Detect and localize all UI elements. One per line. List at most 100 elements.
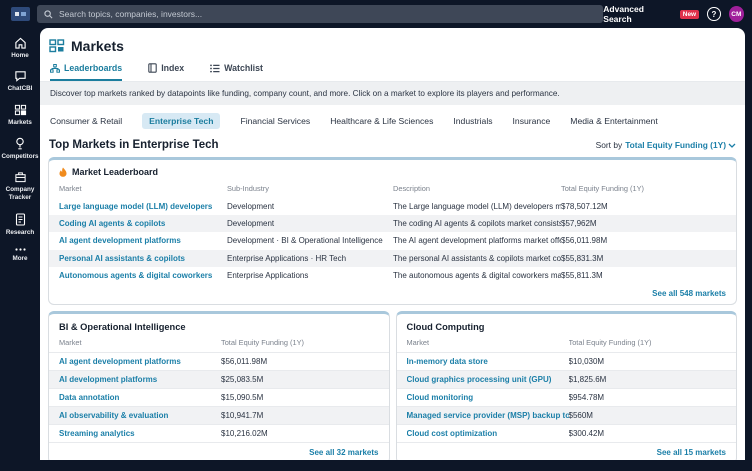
funding-value: $57,962M bbox=[561, 219, 736, 228]
sidebar-item-home[interactable]: Home bbox=[0, 37, 40, 60]
leaderboard-table: Large language model (LLM) developers De… bbox=[49, 198, 736, 284]
market-leaderboard-card: Market Leaderboard Market Sub-Industry D… bbox=[48, 157, 737, 305]
table-row: Personal AI assistants & copilots Enterp… bbox=[49, 250, 736, 267]
list-item: Cloud monitoring $954.78M bbox=[397, 388, 737, 406]
sort-by-label: Sort by bbox=[596, 140, 623, 150]
help-icon[interactable]: ? bbox=[707, 7, 721, 21]
market-link[interactable]: AI agent development platforms bbox=[59, 236, 227, 245]
col-description: Description bbox=[393, 184, 561, 193]
table-row: Large language model (LLM) developers De… bbox=[49, 198, 736, 215]
list-item: Cloud graphics processing unit (GPU) $1,… bbox=[397, 370, 737, 388]
market-link[interactable]: AI agent development platforms bbox=[59, 357, 221, 366]
category-filter-bar: Consumer & Retail Enterprise Tech Financ… bbox=[40, 105, 745, 136]
sidebar-label: ChatCBI bbox=[8, 85, 33, 93]
market-link[interactable]: Coding AI agents & copilots bbox=[59, 219, 227, 228]
market-link[interactable]: Data annotation bbox=[59, 393, 221, 402]
tab-leaderboards[interactable]: Leaderboards bbox=[50, 63, 122, 81]
tab-index[interactable]: Index bbox=[148, 63, 184, 81]
tab-label: Index bbox=[161, 63, 184, 73]
market-link[interactable]: Cloud cost optimization bbox=[407, 429, 569, 438]
see-all-markets-link[interactable]: See all 32 markets bbox=[49, 442, 389, 460]
tab-bar: Leaderboards Index Watchlist bbox=[40, 54, 745, 82]
sort-by-dropdown[interactable]: Total Equity Funding (1Y) bbox=[625, 140, 736, 150]
list-item: AI observability & evaluation $10,941.7M bbox=[49, 406, 389, 424]
list-item: Managed service provider (MSP) backup to… bbox=[397, 406, 737, 424]
funding-value: $300.42M bbox=[569, 429, 737, 438]
advanced-search-link[interactable]: Advanced Search bbox=[603, 4, 671, 24]
sub-industry-value: Development · BI & Operational Intellige… bbox=[227, 236, 393, 245]
col-market: Market bbox=[407, 338, 569, 347]
leaderboards-icon bbox=[50, 64, 60, 73]
funding-value: $10,941.7M bbox=[221, 411, 389, 420]
sidebar-label: Research bbox=[6, 229, 34, 237]
category-healthcare[interactable]: Healthcare & Life Sciences bbox=[330, 116, 433, 126]
see-all-markets-link[interactable]: See all 548 markets bbox=[49, 284, 736, 304]
category-consumer-retail[interactable]: Consumer & Retail bbox=[50, 116, 122, 126]
search-input[interactable] bbox=[59, 9, 596, 19]
market-link[interactable]: AI development platforms bbox=[59, 375, 221, 384]
main-panel: Markets Leaderboards Index Watchlist Dis… bbox=[40, 28, 745, 460]
sidebar-item-company-tracker[interactable]: Company Tracker bbox=[0, 171, 40, 202]
bi-operational-intelligence-card: BI & Operational Intelligence Market Tot… bbox=[48, 311, 390, 460]
markets-icon bbox=[14, 104, 27, 116]
market-link[interactable]: Streaming analytics bbox=[59, 429, 221, 438]
sidebar-item-competitors[interactable]: Competitors bbox=[0, 137, 40, 161]
description-value: The personal AI assistants & copilots ma… bbox=[393, 254, 561, 263]
funding-value: $56,011.98M bbox=[561, 236, 736, 245]
sidebar-item-markets[interactable]: Markets bbox=[0, 104, 40, 127]
watchlist-icon bbox=[210, 64, 220, 73]
list-item: Data annotation $15,090.5M bbox=[49, 388, 389, 406]
sidebar-label: More bbox=[12, 255, 27, 263]
category-financial-services[interactable]: Financial Services bbox=[240, 116, 310, 126]
description-value: The autonomous agents & digital coworker… bbox=[393, 271, 561, 280]
global-search[interactable] bbox=[37, 5, 603, 23]
tab-watchlist[interactable]: Watchlist bbox=[210, 63, 263, 81]
page-title: Markets bbox=[71, 38, 124, 54]
see-all-markets-link[interactable]: See all 15 markets bbox=[397, 442, 737, 460]
table-row: Autonomous agents & digital coworkers En… bbox=[49, 267, 736, 284]
sort-by-control: Sort by Total Equity Funding (1Y) bbox=[596, 140, 736, 150]
description-value: The AI agent development platforms marke… bbox=[393, 236, 561, 245]
avatar[interactable]: CM bbox=[729, 6, 744, 22]
bottom-strip bbox=[0, 460, 752, 471]
category-media-entertainment[interactable]: Media & Entertainment bbox=[570, 116, 657, 126]
funding-value: $10,216.02M bbox=[221, 429, 389, 438]
market-link[interactable]: Personal AI assistants & copilots bbox=[59, 254, 227, 263]
page-description: Discover top markets ranked by datapoint… bbox=[40, 82, 745, 105]
sidebar-item-research[interactable]: Research bbox=[0, 213, 40, 237]
competitors-icon bbox=[14, 137, 26, 150]
chevron-down-icon bbox=[728, 143, 736, 148]
cloud-computing-card: Cloud Computing Market Total Equity Fund… bbox=[396, 311, 738, 460]
search-icon bbox=[44, 10, 53, 19]
table-row: Coding AI agents & copilots Development … bbox=[49, 215, 736, 232]
market-link[interactable]: Large language model (LLM) developers bbox=[59, 202, 227, 211]
table-row: AI agent development platforms Developme… bbox=[49, 232, 736, 249]
market-link[interactable]: AI observability & evaluation bbox=[59, 411, 221, 420]
col-market: Market bbox=[59, 338, 221, 347]
sidebar-label: Company Tracker bbox=[1, 186, 39, 202]
card-title: Cloud Computing bbox=[397, 314, 737, 338]
category-insurance[interactable]: Insurance bbox=[513, 116, 551, 126]
list-item: AI development platforms $25,083.5M bbox=[49, 370, 389, 388]
sidebar-label: Competitors bbox=[1, 153, 38, 161]
leaderboard-title: Market Leaderboard bbox=[72, 167, 158, 177]
funding-value: $954.78M bbox=[569, 393, 737, 402]
col-funding: Total Equity Funding (1Y) bbox=[569, 338, 737, 347]
section-title: Top Markets in Enterprise Tech bbox=[49, 139, 219, 151]
markets-page-icon bbox=[49, 39, 65, 53]
market-link[interactable]: Cloud graphics processing unit (GPU) bbox=[407, 375, 569, 384]
category-enterprise-tech[interactable]: Enterprise Tech bbox=[142, 113, 220, 129]
sidebar-item-more[interactable]: More bbox=[0, 247, 40, 263]
market-link[interactable]: Autonomous agents & digital coworkers bbox=[59, 271, 227, 280]
market-link[interactable]: Cloud monitoring bbox=[407, 393, 569, 402]
funding-value: $15,090.5M bbox=[221, 393, 389, 402]
market-link[interactable]: Managed service provider (MSP) backup to… bbox=[407, 411, 569, 420]
funding-value: $55,811.3M bbox=[561, 271, 736, 280]
sidebar: Home ChatCBI Markets Competitors Company… bbox=[0, 28, 40, 471]
col-funding: Total Equity Funding (1Y) bbox=[561, 184, 736, 193]
app-logo[interactable] bbox=[11, 7, 30, 21]
market-link[interactable]: In-memory data store bbox=[407, 357, 569, 366]
sidebar-item-chatcbi[interactable]: ChatCBI bbox=[0, 70, 40, 93]
category-industrials[interactable]: Industrials bbox=[453, 116, 492, 126]
card-title: BI & Operational Intelligence bbox=[49, 314, 389, 338]
